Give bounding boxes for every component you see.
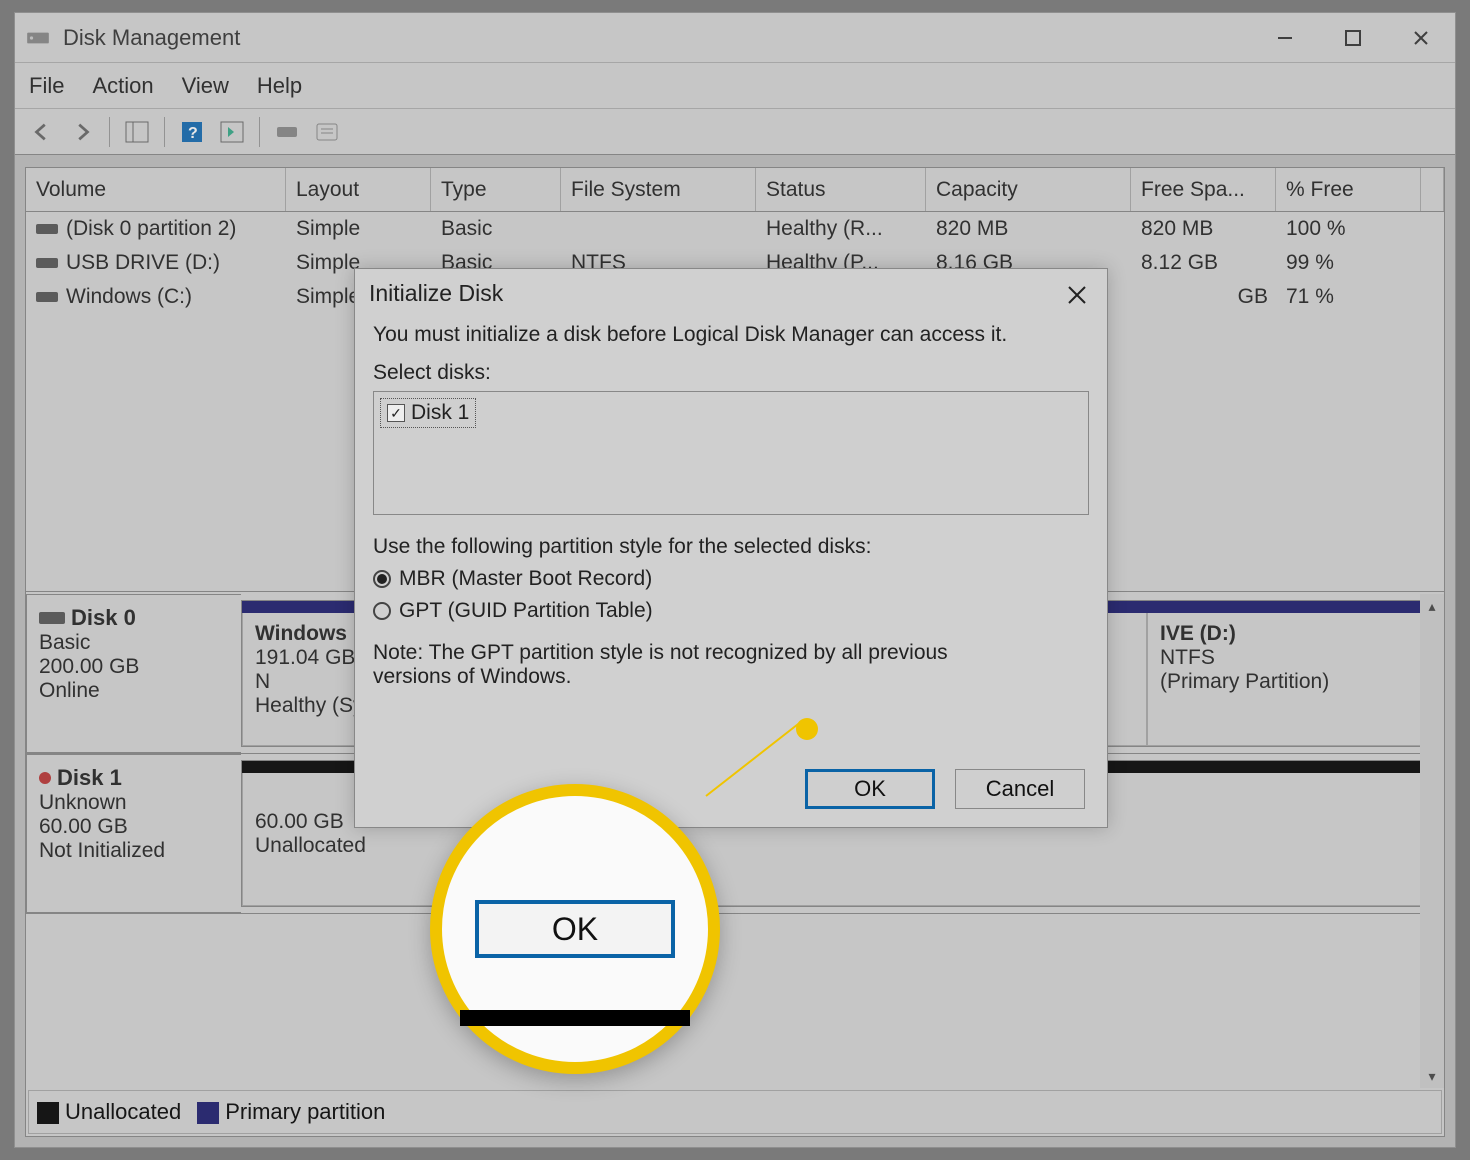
radio-mbr[interactable]: MBR (Master Boot Record) xyxy=(373,567,1089,591)
forward-button[interactable] xyxy=(65,115,99,149)
volume-name: Windows (C:) xyxy=(66,285,192,309)
magnified-stripe xyxy=(460,1010,690,1026)
refresh-button[interactable] xyxy=(215,115,249,149)
magnified-ok-button: OK xyxy=(475,900,675,958)
dialog-title: Initialize Disk xyxy=(355,269,1107,317)
scroll-down-icon[interactable]: ▾ xyxy=(1420,1064,1444,1088)
back-button[interactable] xyxy=(25,115,59,149)
toolbar: ? xyxy=(15,109,1455,155)
disk-selection-list[interactable]: ✓ Disk 1 xyxy=(373,391,1089,515)
initialize-disk-dialog: Initialize Disk You must initialize a di… xyxy=(354,268,1108,828)
dialog-message: You must initialize a disk before Logica… xyxy=(373,323,1089,347)
partition-style-label: Use the following partition style for th… xyxy=(373,535,1089,559)
menu-action[interactable]: Action xyxy=(92,73,153,99)
callout-dot xyxy=(796,718,818,740)
titlebar: Disk Management xyxy=(15,13,1455,63)
drive-icon xyxy=(36,258,58,268)
volume-header: Volume Layout Type File System Status Ca… xyxy=(26,168,1444,212)
menubar: File Action View Help xyxy=(15,63,1455,109)
disk0-label[interactable]: Disk 0 Basic 200.00 GB Online xyxy=(26,594,241,753)
disk-list-item[interactable]: ✓ Disk 1 xyxy=(380,398,476,428)
show-hide-tree-button[interactable] xyxy=(120,115,154,149)
volume-name: USB DRIVE (D:) xyxy=(66,251,220,275)
radio-unselected-icon xyxy=(373,602,391,620)
checkbox-icon[interactable]: ✓ xyxy=(387,404,405,422)
ok-button[interactable]: OK xyxy=(805,769,935,809)
svg-text:?: ? xyxy=(188,125,198,142)
dialog-note: Note: The GPT partition style is not rec… xyxy=(373,641,993,689)
col-filesystem[interactable]: File System xyxy=(561,168,756,211)
legend: Unallocated Primary partition xyxy=(28,1090,1442,1134)
magnifier-callout: OK xyxy=(430,784,720,1074)
col-pctfree[interactable]: % Free xyxy=(1276,168,1421,211)
vertical-scrollbar[interactable]: ▴ ▾ xyxy=(1420,594,1444,1088)
radio-selected-icon xyxy=(373,570,391,588)
disk1-label[interactable]: Disk 1 Unknown 60.00 GB Not Initialized xyxy=(26,754,241,913)
volume-row[interactable]: (Disk 0 partition 2) Simple Basic Health… xyxy=(26,212,1444,246)
window-controls xyxy=(1251,13,1455,63)
col-type[interactable]: Type xyxy=(431,168,561,211)
col-freespace[interactable]: Free Spa... xyxy=(1131,168,1276,211)
close-button[interactable] xyxy=(1387,13,1455,63)
drive-icon xyxy=(36,292,58,302)
scroll-up-icon[interactable]: ▴ xyxy=(1420,594,1444,618)
window-title: Disk Management xyxy=(63,25,1251,51)
menu-view[interactable]: View xyxy=(182,73,229,99)
drive-icon xyxy=(36,224,58,234)
col-capacity[interactable]: Capacity xyxy=(926,168,1131,211)
properties-button[interactable] xyxy=(310,115,344,149)
menu-help[interactable]: Help xyxy=(257,73,302,99)
uninitialized-icon xyxy=(39,772,51,784)
radio-gpt[interactable]: GPT (GUID Partition Table) xyxy=(373,599,1089,623)
cancel-button[interactable]: Cancel xyxy=(955,769,1085,809)
legend-swatch-primary xyxy=(197,1102,219,1124)
disk-icon xyxy=(39,612,65,624)
legend-swatch-unallocated xyxy=(37,1102,59,1124)
col-status[interactable]: Status xyxy=(756,168,926,211)
partition-usbdrive[interactable]: IVE (D:) NTFS (Primary Partition) xyxy=(1147,601,1437,746)
maximize-button[interactable] xyxy=(1319,13,1387,63)
app-icon xyxy=(23,23,53,53)
menu-file[interactable]: File xyxy=(29,73,64,99)
col-layout[interactable]: Layout xyxy=(286,168,431,211)
col-volume[interactable]: Volume xyxy=(26,168,286,211)
select-disks-label: Select disks: xyxy=(373,361,1089,385)
help-button[interactable]: ? xyxy=(175,115,209,149)
minimize-button[interactable] xyxy=(1251,13,1319,63)
dialog-close-button[interactable] xyxy=(1057,277,1097,313)
volume-name: (Disk 0 partition 2) xyxy=(66,217,236,241)
disk-action-button[interactable] xyxy=(270,115,304,149)
